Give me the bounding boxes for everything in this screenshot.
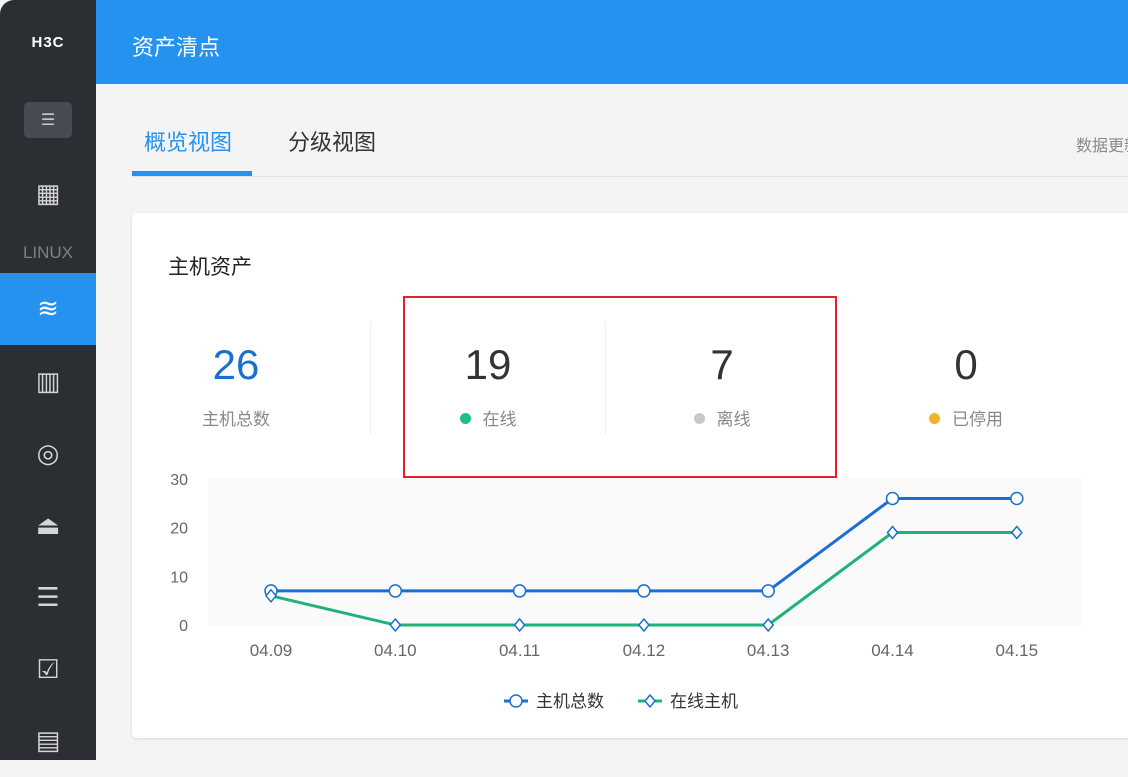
disabled-dot-icon [929, 412, 940, 424]
sidebar: H3C ☰ ▦ LINUX ≋ ▥ ◎ ⏏ ☰ ☑ ▤ [0, 0, 96, 760]
section-label: LINUX [22, 243, 74, 262]
documents-icon[interactable]: ▤ [0, 705, 96, 777]
tab-graded[interactable]: 分级视图 [288, 125, 376, 157]
share-list-icon[interactable]: ☰ [0, 562, 96, 634]
stat-value: 26 [212, 341, 260, 388]
page-title: 资产清点 [132, 36, 221, 61]
tab-overview[interactable]: 概览视图 [144, 125, 232, 157]
server-columns-icon[interactable]: ▥ [0, 346, 96, 418]
stat-label: 主机总数 [202, 410, 270, 430]
card-title: 主机资产 [168, 255, 252, 279]
stat-label: 已停用 [952, 410, 1003, 430]
stat-value: 0 [954, 341, 978, 388]
tab-bar: 概览视图 分级视图 数据更新 [132, 110, 1128, 177]
layers-icon[interactable]: ≋ [0, 273, 96, 345]
menu-collapse-icon[interactable]: ☰ [24, 102, 72, 138]
highlight-box [403, 296, 837, 478]
checklist-icon[interactable]: ☑ [0, 634, 96, 706]
page-header: 资产清点 [96, 0, 1128, 84]
stat-total[interactable]: 26 主机总数 [136, 341, 336, 430]
divider [370, 323, 371, 435]
h3c-logo: H3C [31, 34, 65, 51]
alarm-icon[interactable]: ⏏ [0, 490, 96, 562]
grid-icon[interactable]: ▦ [0, 158, 96, 230]
active-tab-indicator [132, 171, 252, 176]
stat-disabled[interactable]: 0 已停用 [866, 341, 1066, 430]
radar-icon[interactable]: ◎ [0, 418, 96, 490]
data-update-text: 数据更新 [1076, 136, 1128, 155]
